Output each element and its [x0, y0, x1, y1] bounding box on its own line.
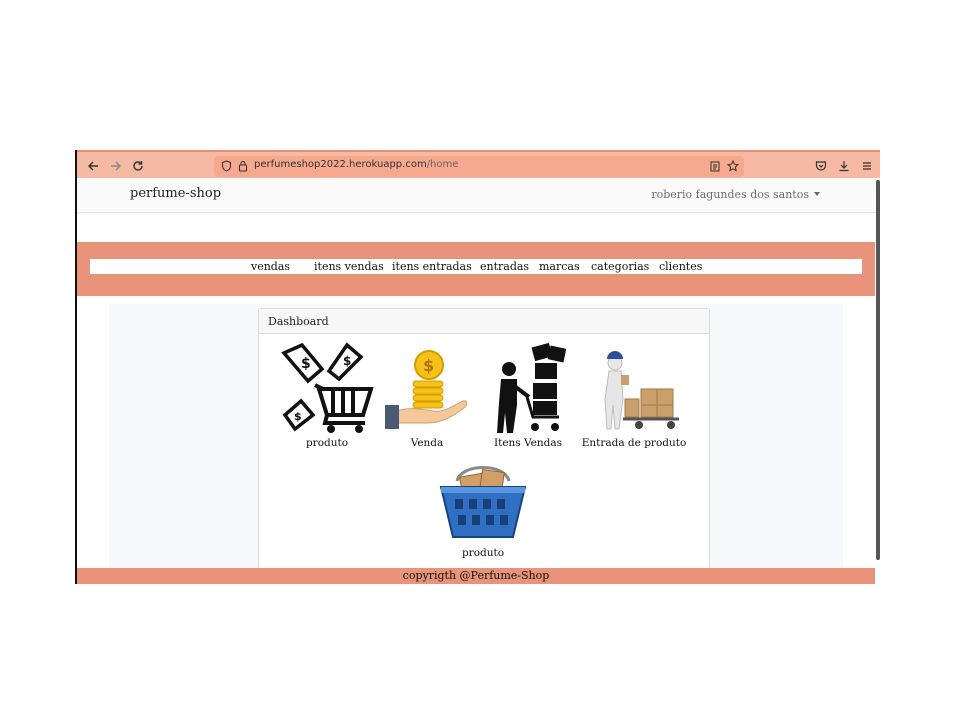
svg-text:$: $: [301, 356, 311, 372]
price-tags-cart-icon: $ $ $: [281, 342, 374, 433]
lock-icon: [238, 160, 248, 172]
hamburger-icon: [863, 162, 871, 170]
menu-button[interactable]: [857, 156, 877, 176]
dashboard-card: Dashboard $ $ $ produto $ Venda Itens Ve…: [258, 308, 710, 570]
card-title: Dashboard: [268, 315, 329, 328]
svg-text:$: $: [423, 356, 434, 375]
menu-item-categorias[interactable]: categorias: [591, 260, 649, 273]
pocket-icon: [815, 161, 827, 171]
url-text: perfumeshop2022.herokuapp.com/home: [254, 159, 458, 170]
download-icon: [839, 161, 849, 172]
tile-label: produto: [305, 437, 349, 449]
brand-link[interactable]: perfume-shop: [130, 186, 221, 201]
tile-label: Venda: [410, 437, 444, 449]
reload-icon: [133, 161, 143, 171]
menu-item-itens-entradas[interactable]: itens entradas: [392, 260, 472, 273]
back-button[interactable]: [83, 156, 103, 176]
footer-text: copyrigth @Perfume-Shop: [402, 569, 550, 582]
basket-boxes-icon: [439, 466, 527, 538]
user-dropdown[interactable]: roberio fagundes dos santos: [651, 188, 820, 201]
menu-item-entradas[interactable]: entradas: [480, 260, 529, 273]
svg-text:$: $: [343, 354, 351, 368]
menu-item-vendas[interactable]: vendas: [251, 260, 290, 273]
forward-button[interactable]: [106, 156, 126, 176]
arrow-left-icon: [88, 161, 98, 171]
downloads-button[interactable]: [834, 156, 854, 176]
reader-view-icon[interactable]: [710, 161, 720, 172]
browser-toolbar: perfumeshop2022.herokuapp.com/home: [77, 150, 880, 178]
tile-label: Itens Vendas: [493, 437, 563, 449]
address-bar[interactable]: perfumeshop2022.herokuapp.com/home: [214, 156, 744, 177]
tile-label: Entrada de produto: [581, 437, 687, 449]
scrollbar[interactable]: [876, 180, 880, 560]
person-boxes-cart-icon: [497, 342, 567, 433]
tile-label: produto: [461, 547, 505, 559]
menu-item-itens-vendas[interactable]: itens vendas: [314, 260, 384, 273]
reload-button[interactable]: [128, 156, 148, 176]
svg-text:$: $: [294, 410, 302, 423]
app-navbar: perfume-shop roberio fagundes dos santos: [77, 178, 880, 213]
tile-entrada-produto[interactable]: Entrada de produto: [581, 341, 687, 449]
card-header: Dashboard: [259, 309, 709, 334]
tile-produto[interactable]: $ $ $ produto: [279, 341, 375, 449]
tile-produto-basket[interactable]: produto: [435, 453, 531, 559]
hand-coins-icon: $: [385, 350, 468, 429]
star-icon[interactable]: [727, 160, 739, 172]
user-name: roberio fagundes dos santos: [651, 188, 809, 201]
menu-item-marcas[interactable]: marcas: [539, 260, 580, 273]
menu-item-clientes[interactable]: clientes: [659, 260, 702, 273]
tile-itens-vendas[interactable]: Itens Vendas: [483, 341, 573, 449]
url-host: perfumeshop2022.herokuapp.com: [254, 159, 427, 170]
shield-icon: [221, 160, 232, 172]
menu-band: vendas itens vendas itens entradas entra…: [77, 242, 875, 296]
browser-window: perfumeshop2022.herokuapp.com/home perfu…: [75, 150, 880, 584]
caret-down-icon: [814, 192, 820, 196]
menu-bar: vendas itens vendas itens entradas entra…: [90, 259, 862, 274]
url-path: /home: [426, 159, 459, 170]
tile-venda[interactable]: $ Venda: [383, 341, 471, 449]
arrow-right-icon: [111, 161, 121, 171]
worker-hand-truck-icon: [604, 351, 679, 430]
footer: copyrigth @Perfume-Shop: [77, 568, 875, 584]
pocket-button[interactable]: [811, 156, 831, 176]
